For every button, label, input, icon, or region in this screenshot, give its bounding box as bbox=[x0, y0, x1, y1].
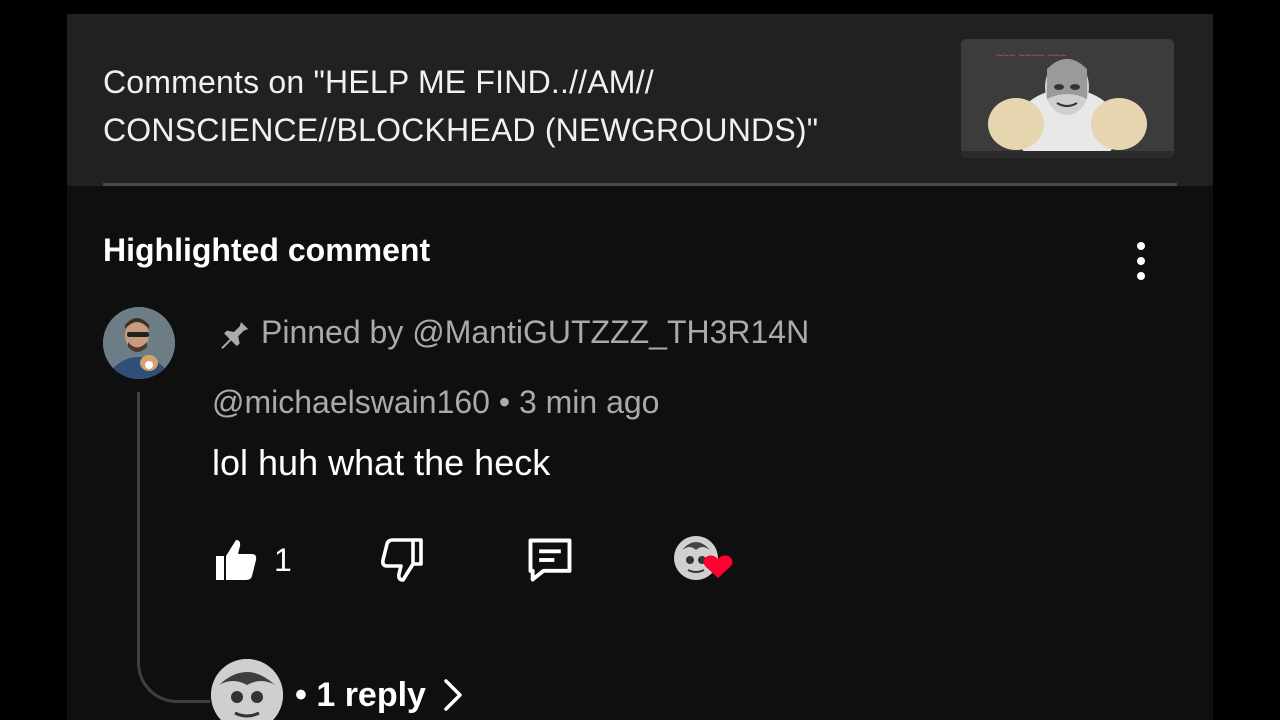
like-count: 1 bbox=[274, 541, 292, 578]
comments-panel: Comments on "HELP ME FIND..//AM// CONSCI… bbox=[67, 0, 1213, 720]
view-replies-button[interactable]: • 1 reply bbox=[211, 659, 466, 720]
highlighted-comment-heading: Highlighted comment bbox=[103, 232, 431, 268]
pin-icon bbox=[221, 317, 249, 349]
chevron-right-icon bbox=[444, 679, 462, 711]
more-vertical-icon[interactable] bbox=[1125, 238, 1155, 284]
reply-button[interactable] bbox=[524, 528, 576, 592]
thumbs-up-icon bbox=[216, 540, 257, 580]
header-divider bbox=[103, 183, 1177, 186]
comment-text: lol huh what the heck bbox=[212, 442, 551, 483]
comments-header: Comments on "HELP ME FIND..//AM// CONSCI… bbox=[67, 14, 1213, 186]
reply-avatar bbox=[211, 659, 283, 720]
reply-thread-line bbox=[137, 392, 210, 703]
creator-heart-icon bbox=[674, 536, 733, 580]
reply-count: • 1 reply bbox=[295, 675, 426, 714]
comment-icon bbox=[528, 538, 572, 582]
comments-title: Comments on "HELP ME FIND..//AM// CONSCI… bbox=[103, 64, 819, 148]
commenter-avatar[interactable] bbox=[103, 307, 175, 379]
creator-heart bbox=[672, 528, 736, 592]
video-thumbnail[interactable]: ~~~ ~~~~ ~~~ bbox=[961, 39, 1174, 158]
svg-text:~~~ ~~~~ ~~~: ~~~ ~~~~ ~~~ bbox=[996, 50, 1066, 62]
pinned-by-text: Pinned by @MantiGUTZZZ_TH3R14N bbox=[261, 313, 810, 350]
thumbs-down-icon bbox=[381, 538, 423, 582]
dislike-button[interactable] bbox=[379, 528, 427, 592]
like-button[interactable]: 1 bbox=[212, 528, 292, 592]
comment-meta: @michaelswain160 • 3 min ago bbox=[212, 384, 660, 420]
pinned-label: Pinned by @MantiGUTZZZ_TH3R14N bbox=[217, 308, 809, 356]
comment-actions: 1 bbox=[212, 528, 912, 592]
top-bar bbox=[67, 0, 1213, 14]
